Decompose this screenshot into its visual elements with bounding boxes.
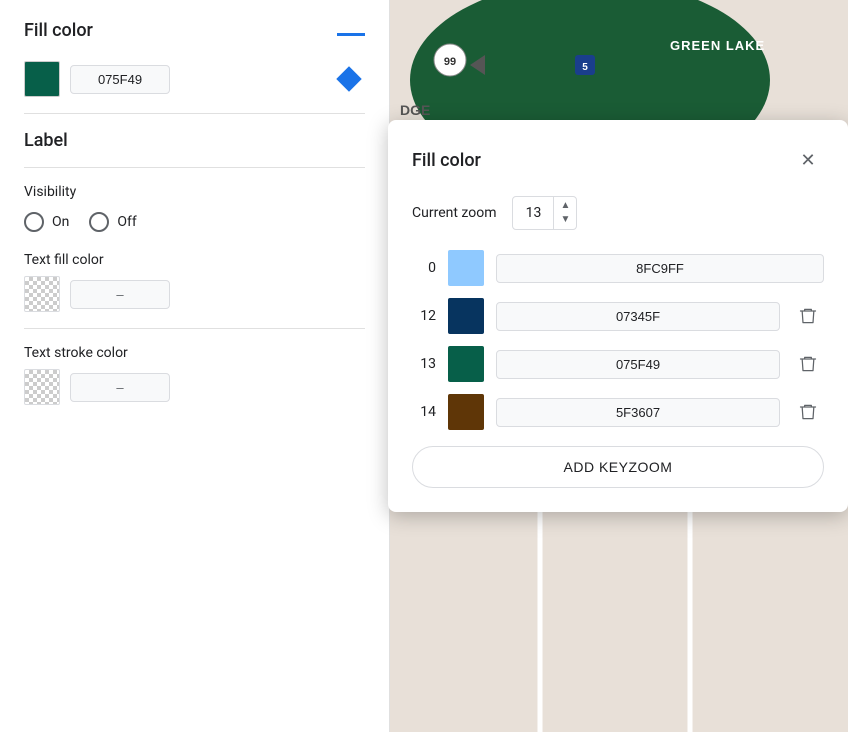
text-fill-color-section: Text fill color (24, 252, 365, 312)
svg-text:99: 99 (444, 56, 456, 68)
delete-button-12[interactable] (792, 300, 824, 332)
text-fill-color-input[interactable] (70, 280, 170, 309)
color-swatch-14[interactable] (448, 394, 484, 430)
trash-icon-12 (798, 306, 818, 326)
text-fill-color-swatch[interactable] (24, 276, 60, 312)
text-fill-color-title: Text fill color (24, 252, 365, 268)
zoom-num-12: 12 (412, 308, 436, 324)
radio-on-circle[interactable] (24, 212, 44, 232)
color-input-14[interactable] (496, 398, 780, 427)
color-input-12[interactable] (496, 302, 780, 331)
radio-on-label: On (52, 214, 69, 230)
delete-button-13[interactable] (792, 348, 824, 380)
divider-1 (24, 113, 365, 114)
color-row-12: 12 (412, 298, 824, 334)
color-swatch-0[interactable] (448, 250, 484, 286)
radio-off[interactable]: Off (89, 212, 136, 232)
add-keyzoom-button[interactable]: ADD KEYZOOM (412, 446, 824, 488)
zoom-up-arrow[interactable]: ▲ (560, 199, 570, 213)
radio-off-circle[interactable] (89, 212, 109, 232)
popup-title: Fill color (412, 150, 481, 171)
fill-color-swatch[interactable] (24, 61, 60, 97)
text-stroke-color-swatch[interactable] (24, 369, 60, 405)
left-panel: Fill color Label Visibility On Off (0, 0, 390, 732)
close-button[interactable]: ✕ (792, 144, 824, 176)
diamond-button[interactable] (333, 63, 365, 95)
fill-color-title: Fill color (24, 20, 93, 41)
trash-icon-13 (798, 354, 818, 374)
text-stroke-color-title: Text stroke color (24, 345, 365, 361)
radio-group: On Off (24, 212, 365, 232)
radio-on[interactable]: On (24, 212, 69, 232)
fill-color-input[interactable] (70, 65, 170, 94)
zoom-row: Current zoom 13 ▲ ▼ (412, 196, 824, 230)
svg-text:5: 5 (582, 62, 588, 73)
divider-2 (24, 167, 365, 168)
radio-off-label: Off (117, 214, 136, 230)
color-input-13[interactable] (496, 350, 780, 379)
zoom-num-0: 0 (412, 260, 436, 276)
zoom-num-13: 13 (412, 356, 436, 372)
color-swatch-13[interactable] (448, 346, 484, 382)
label-title: Label (24, 130, 365, 151)
zoom-num-14: 14 (412, 404, 436, 420)
collapse-icon[interactable] (337, 33, 365, 36)
trash-icon-14 (798, 402, 818, 422)
delete-button-14[interactable] (792, 396, 824, 428)
popup-header: Fill color ✕ (412, 144, 824, 176)
color-rows: 0 12 13 1 (412, 250, 824, 430)
zoom-down-arrow[interactable]: ▼ (560, 213, 570, 227)
visibility-section: Visibility On Off (24, 184, 365, 232)
color-swatch-12[interactable] (448, 298, 484, 334)
color-row-0: 0 (412, 250, 824, 286)
fill-color-popup: Fill color ✕ Current zoom 13 ▲ ▼ 0 12 (388, 120, 848, 512)
label-section: Label (24, 130, 365, 151)
color-input-0[interactable] (496, 254, 824, 283)
text-stroke-color-input[interactable] (70, 373, 170, 402)
svg-text:DGE: DGE (400, 102, 430, 118)
text-stroke-color-section: Text stroke color (24, 345, 365, 405)
diamond-icon (336, 66, 361, 91)
zoom-input-wrap[interactable]: 13 ▲ ▼ (512, 196, 577, 230)
color-row-14: 14 (412, 394, 824, 430)
current-zoom-label: Current zoom (412, 205, 496, 221)
zoom-value: 13 (513, 199, 553, 227)
visibility-title: Visibility (24, 184, 365, 200)
divider-3 (24, 328, 365, 329)
svg-text:GREEN LAKE: GREEN LAKE (670, 38, 765, 53)
color-row-13: 13 (412, 346, 824, 382)
zoom-arrows: ▲ ▼ (553, 197, 576, 229)
